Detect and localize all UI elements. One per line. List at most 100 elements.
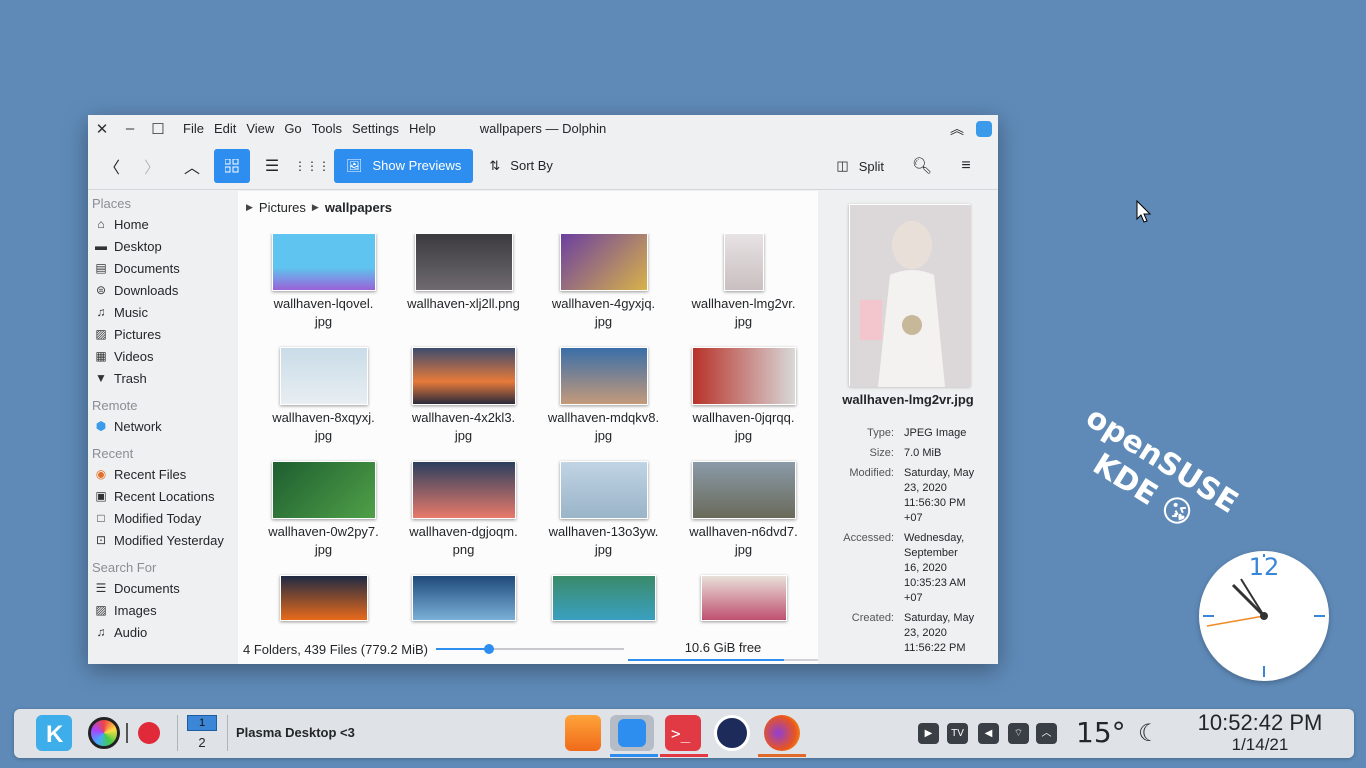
file-name: wallhaven-lqovel. xyxy=(273,296,374,311)
breadcrumb-pictures[interactable]: Pictures xyxy=(259,200,306,215)
discover-store-icon[interactable] xyxy=(565,715,601,751)
file-item[interactable]: wallhaven-dgjoqm. png xyxy=(396,461,531,559)
file-item[interactable]: wallhaven-mdqkv8. jpg xyxy=(536,347,671,445)
sidebar-item-recent-files[interactable]: ◉ Recent Files xyxy=(88,463,238,485)
file-item[interactable]: wallhaven-4x2kl3. jpg xyxy=(396,347,531,445)
sidebar-item-label: Modified Yesterday xyxy=(114,532,224,548)
record-button[interactable] xyxy=(138,722,160,744)
sidebar-item-desktop[interactable]: ▬ Desktop xyxy=(88,235,238,257)
file-item[interactable] xyxy=(676,575,811,625)
sidebar-item-modified-today[interactable]: □ Modified Today xyxy=(88,507,238,529)
file-item[interactable]: wallhaven-0w2py7. jpg xyxy=(256,461,391,559)
sidebar-item-downloads[interactable]: ⊜ Downloads xyxy=(88,279,238,301)
up-button[interactable]: ︿ xyxy=(174,149,210,183)
file-item[interactable] xyxy=(256,575,391,625)
file-item[interactable] xyxy=(536,575,671,625)
file-view[interactable]: ▶ Pictures ▶ wallpapers wallhaven-lqovel… xyxy=(238,191,818,664)
file-item[interactable]: wallhaven-4gyxjq. jpg xyxy=(536,233,671,331)
file-name: wallhaven-xlj2ll.png xyxy=(407,296,520,311)
media-player-icon[interactable]: ▶ xyxy=(918,723,939,744)
sidebar-item-music[interactable]: ♫ Music xyxy=(88,301,238,323)
sidebar-item-videos[interactable]: ▦ Videos xyxy=(88,345,238,367)
firefox-icon[interactable] xyxy=(764,715,800,751)
maximize-button[interactable]: ☐ xyxy=(144,115,172,142)
sidebar-item-documents[interactable]: ▤ Documents xyxy=(88,257,238,279)
title-bar[interactable]: ✕ – ☐ File Edit View Go Tools Settings H… xyxy=(88,115,998,142)
system-settings-icon[interactable] xyxy=(714,715,750,751)
sidebar-item-search-audio[interactable]: ♫ Audio xyxy=(88,621,238,643)
desktop-1[interactable]: 1 xyxy=(187,715,217,731)
task-dolphin[interactable] xyxy=(610,715,654,751)
mouse-cursor-icon xyxy=(1136,200,1152,223)
breadcrumb-wallpapers[interactable]: wallpapers xyxy=(325,200,392,215)
split-button[interactable]: ◫ Split xyxy=(824,149,896,183)
menu-edit[interactable]: Edit xyxy=(209,115,241,142)
zoom-handle[interactable] xyxy=(483,644,494,654)
hamburger-menu-button[interactable]: ≡ xyxy=(948,149,984,183)
sort-by-button[interactable]: ⇅ Sort By xyxy=(477,149,565,183)
info-value: Wednesday, September 16, 2020 10:35:23 AM +0… xyxy=(904,531,990,606)
menu-view[interactable]: View xyxy=(241,115,279,142)
zoom-slider[interactable] xyxy=(436,644,624,654)
menu-file[interactable]: File xyxy=(178,115,209,142)
sidebar-item-search-documents[interactable]: ☰ Documents xyxy=(88,577,238,599)
search-button[interactable]: 🔍︎ xyxy=(904,149,940,183)
compact-view-button[interactable]: ⋮⋮⋮ xyxy=(294,149,330,183)
file-thumbnail xyxy=(559,347,648,405)
minimize-button[interactable]: – xyxy=(116,115,144,142)
wifi-icon[interactable]: ⌔ xyxy=(1008,723,1029,744)
info-value-line: 10:35:23 AM xyxy=(904,577,966,589)
keep-above-icon[interactable]: ︽ xyxy=(950,119,964,139)
file-extension: jpg xyxy=(454,428,473,443)
menu-tools[interactable]: Tools xyxy=(307,115,347,142)
file-item[interactable]: wallhaven-lqovel. jpg xyxy=(256,233,391,331)
file-item[interactable]: wallhaven-8xqyxj. jpg xyxy=(256,347,391,445)
weather-temperature[interactable]: 15° xyxy=(1076,716,1126,749)
sidebar-item-network[interactable]: ⬢ Network xyxy=(88,415,238,437)
info-value-line: +07 xyxy=(904,592,923,604)
digital-clock-time[interactable]: 10:52:42 PM xyxy=(1190,711,1330,735)
details-view-button[interactable]: ☰ xyxy=(254,149,290,183)
info-accessed-row: Accessed: Wednesday, September 16, 2020 10:3… xyxy=(818,531,998,606)
menu-help[interactable]: Help xyxy=(404,115,441,142)
sidebar-item-label: Audio xyxy=(114,624,148,640)
file-name: wallhaven-4gyxjq. xyxy=(551,296,656,311)
show-hidden-tray-icon[interactable]: ︿ xyxy=(1036,723,1057,744)
file-item[interactable]: wallhaven-lmg2vr. jpg xyxy=(676,233,811,331)
application-launcher-button[interactable]: K xyxy=(36,715,72,751)
file-item[interactable]: wallhaven-n6dvd7. jpg xyxy=(676,461,811,559)
back-button[interactable]: 〈 xyxy=(94,149,130,183)
file-extension: jpg xyxy=(594,542,613,557)
file-extension: jpg xyxy=(594,428,613,443)
file-item[interactable]: wallhaven-0jqrqq. jpg xyxy=(676,347,811,445)
virtual-desktop-pager[interactable]: 1 2 xyxy=(185,713,217,753)
menu-go[interactable]: Go xyxy=(279,115,306,142)
sidebar-item-recent-locations[interactable]: ▣ Recent Locations xyxy=(88,485,238,507)
sidebar-item-pictures[interactable]: ▨ Pictures xyxy=(88,323,238,345)
color-picker-icon[interactable] xyxy=(88,717,120,749)
sidebar-item-trash[interactable]: ▼ Trash xyxy=(88,367,238,389)
kdeconnect-tv-icon[interactable]: TV xyxy=(947,723,968,744)
dolphin-app-icon[interactable] xyxy=(976,120,992,137)
icons-view-button[interactable] xyxy=(214,148,250,183)
file-item[interactable]: wallhaven-13o3yw. jpg xyxy=(536,461,671,559)
close-window-button[interactable]: ✕ xyxy=(88,115,116,142)
file-item[interactable]: wallhaven-xlj2ll.png xyxy=(396,233,531,313)
sidebar-item-modified-yesterday[interactable]: ⊡ Modified Yesterday xyxy=(88,529,238,551)
volume-icon[interactable]: ◀ xyxy=(978,723,999,744)
desktop-2[interactable]: 2 xyxy=(187,734,217,752)
moon-icon[interactable]: ☾ xyxy=(1138,719,1160,748)
analog-clock-widget[interactable]: 12 xyxy=(1199,551,1329,681)
terminal-icon[interactable]: >_ xyxy=(665,715,701,751)
file-thumbnail xyxy=(411,347,516,405)
forward-button[interactable]: 〉 xyxy=(134,149,170,183)
sidebar-item-search-images[interactable]: ▨ Images xyxy=(88,599,238,621)
file-item[interactable] xyxy=(396,575,531,625)
show-previews-button[interactable]: 🖼 Show Previews xyxy=(334,148,474,183)
file-grid: wallhaven-lqovel. jpg wallhaven-xlj2ll.png… xyxy=(256,233,811,629)
sidebar-item-home[interactable]: ⌂ Home xyxy=(88,213,238,235)
digital-clock-date[interactable]: 1/14/21 xyxy=(1190,735,1330,755)
show-previews-label: Show Previews xyxy=(372,158,462,173)
menu-settings[interactable]: Settings xyxy=(347,115,404,142)
document-icon: ☰ xyxy=(95,581,107,595)
